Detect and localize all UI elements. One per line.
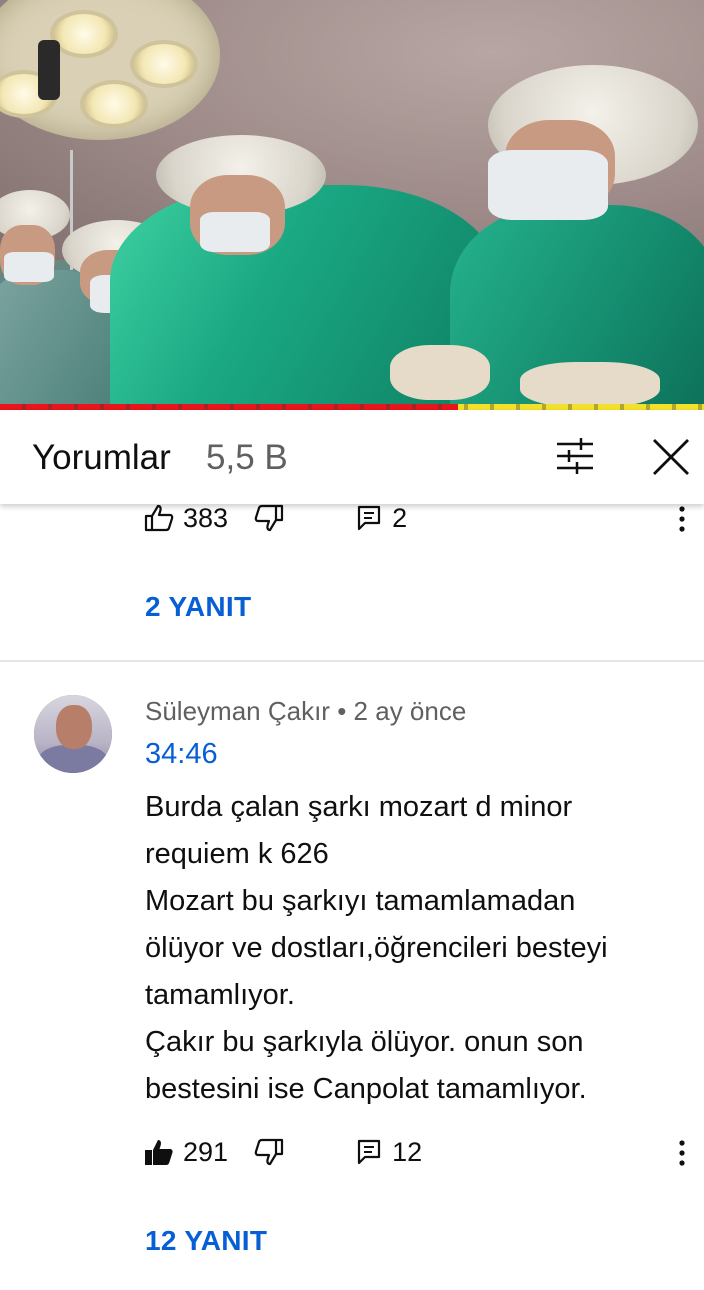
- comment-line: Mozart bu şarkıyı tamamlamadan: [145, 885, 576, 917]
- comment-line: Çakır bu şarkıyla ölüyor. onun son: [145, 1026, 584, 1058]
- more-vert-icon[interactable]: [678, 506, 690, 537]
- dislike-button[interactable]: [254, 1137, 284, 1167]
- comment-line: bestesini ise Canpolat tamamlıyor.: [145, 1073, 587, 1105]
- video-player[interactable]: [0, 0, 704, 410]
- comment-line: requiem k 626: [145, 838, 329, 870]
- reply-count: 12: [392, 1136, 423, 1167]
- view-replies-link[interactable]: 12 YANIT: [145, 1225, 267, 1257]
- surgeon-mask: [488, 150, 608, 220]
- close-icon[interactable]: [652, 438, 690, 481]
- surgeon-mask: [4, 252, 54, 282]
- lamp-bulb: [80, 80, 148, 128]
- like-button[interactable]: 291: [144, 1137, 228, 1168]
- reply-button[interactable]: 12: [356, 1137, 422, 1168]
- reply-button[interactable]: 2: [356, 503, 407, 534]
- thumbs-down-icon: [254, 1137, 284, 1167]
- thumbs-up-icon: [144, 503, 174, 533]
- surgeon-glove: [390, 345, 490, 400]
- comment-icon: [356, 1138, 382, 1166]
- surgeon-glove: [520, 362, 660, 407]
- comment-text: Burda çalan şarkı mozart d minor requiem…: [145, 784, 685, 1113]
- comment-actions: 291 12: [144, 1132, 422, 1172]
- comments-count: 5,5 B: [206, 438, 288, 477]
- avatar-shirt: [38, 745, 108, 773]
- comment-line: tamamlıyor.: [145, 979, 295, 1011]
- comment-divider: [0, 660, 704, 662]
- comment-line: ölüyor ve dostları,öğrencileri besteyi: [145, 932, 608, 964]
- more-vert-icon[interactable]: [678, 1140, 690, 1171]
- comments-title: Yorumlar: [32, 438, 171, 477]
- comment-actions: 383 2: [144, 498, 407, 538]
- comment-author[interactable]: Süleyman Çakır: [145, 696, 330, 726]
- comment-time: 2 ay önce: [353, 696, 467, 726]
- like-count: 291: [183, 1136, 229, 1167]
- like-button[interactable]: 383: [144, 503, 228, 534]
- comment-meta: Süleyman Çakır • 2 ay önce: [145, 696, 466, 727]
- dislike-button[interactable]: [254, 503, 284, 533]
- avatar-head: [56, 705, 92, 749]
- avatar[interactable]: [34, 695, 112, 773]
- filter-icon[interactable]: [555, 438, 595, 479]
- reply-count: 2: [392, 502, 408, 533]
- timestamp-link[interactable]: 34:46: [145, 738, 218, 771]
- thumbs-up-icon: [144, 1137, 174, 1167]
- view-replies-link[interactable]: 2 YANIT: [145, 591, 251, 623]
- thumbs-down-icon: [254, 503, 284, 533]
- comment-icon: [356, 504, 382, 532]
- comments-header: Yorumlar 5,5 B: [0, 410, 704, 504]
- lamp-bulb: [130, 40, 198, 88]
- like-count: 383: [183, 502, 229, 533]
- comment-line: Burda çalan şarkı mozart d minor: [145, 791, 573, 823]
- meta-separator: •: [337, 696, 347, 726]
- lamp-bulb: [50, 10, 118, 58]
- surgeon-mask: [200, 212, 270, 252]
- lamp-pole: [38, 40, 60, 100]
